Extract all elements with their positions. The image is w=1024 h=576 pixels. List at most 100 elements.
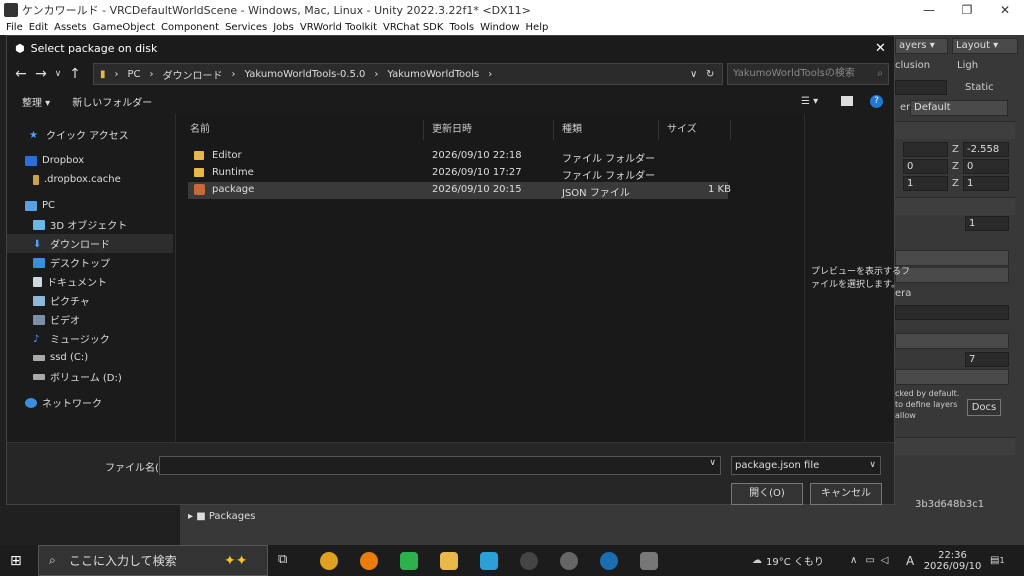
layer-dropdown[interactable]: Default — [910, 100, 1008, 116]
x-icon[interactable] — [520, 552, 538, 570]
count-field[interactable]: 7 — [965, 352, 1009, 367]
pos-z-field[interactable]: -2.558 — [963, 142, 1009, 157]
clock[interactable]: 22:36 2026/09/10 — [924, 545, 982, 576]
rot-y-field[interactable]: 0 — [903, 159, 948, 174]
component-header-2[interactable] — [895, 437, 1015, 455]
breadcrumb[interactable]: ▮ › PC › ダウンロード › YakumoWorldTools-0.5.0 › … — [93, 63, 723, 85]
forward-arrow-icon[interactable]: → — [31, 66, 51, 82]
nav-drive-c[interactable]: ssd (C:) — [7, 348, 173, 367]
chatgpt-icon[interactable] — [560, 552, 578, 570]
weather-widget[interactable]: ☁ 19°C くもり — [752, 545, 824, 576]
nav-videos[interactable]: ビデオ — [7, 310, 173, 329]
nav-downloads[interactable]: ⬇ ダウンロード — [7, 234, 173, 253]
windows-start-icon[interactable]: ⊞ — [10, 552, 28, 570]
occlusion-tab[interactable]: clusion — [895, 60, 930, 71]
up-arrow-icon[interactable]: ↑ — [65, 66, 85, 82]
nav-dropbox-cache[interactable]: .dropbox.cache — [7, 170, 173, 189]
lighting-tab[interactable]: Ligh — [957, 60, 978, 71]
rot-x-field[interactable] — [903, 142, 948, 157]
component-header[interactable] — [895, 197, 1015, 215]
nav-pc[interactable]: PC — [7, 196, 173, 215]
menu-edit[interactable]: Edit — [29, 22, 48, 33]
task-view-icon[interactable]: ⧉ — [278, 552, 296, 570]
file-row[interactable]: Editor 2026/09/10 22:18 ファイル フォルダー — [188, 148, 728, 165]
back-arrow-icon[interactable]: ← — [11, 66, 31, 82]
menu-window[interactable]: Window — [480, 22, 519, 33]
scale-y-field[interactable]: 1 — [903, 176, 948, 191]
breadcrumb-current[interactable]: YakumoWorldTools — [387, 69, 479, 80]
name-field[interactable] — [895, 80, 947, 95]
transform-header[interactable] — [895, 121, 1015, 139]
menu-vrworld-toolkit[interactable]: VRWorld Toolkit — [300, 22, 377, 33]
organize-button[interactable]: 整理 ▾ — [22, 94, 50, 109]
column-size[interactable]: サイズ — [659, 120, 731, 140]
menu-vrchat-sdk[interactable]: VRChat SDK — [383, 22, 443, 33]
file-row[interactable]: Runtime 2026/09/10 17:27 ファイル フォルダー — [188, 165, 728, 182]
nav-documents[interactable]: ドキュメント — [7, 272, 173, 291]
steam-icon[interactable] — [600, 552, 618, 570]
taskbar-search-box[interactable]: ⌕ ここに入力して検索 ✦✦ — [38, 545, 268, 576]
search-input[interactable]: YakumoWorldToolsの検索 ⌕ — [727, 63, 889, 85]
filename-history-chevron-icon[interactable]: ∨ — [709, 458, 716, 468]
notification-button[interactable]: ▤ 1 — [990, 545, 1005, 576]
menu-jobs[interactable]: Jobs — [273, 22, 294, 33]
menu-assets[interactable]: Assets — [54, 22, 87, 33]
breadcrumb-package[interactable]: YakumoWorldTools-0.5.0 — [245, 69, 366, 80]
scale-z-field[interactable]: 1 — [963, 176, 1009, 191]
preview-pane-icon[interactable] — [841, 96, 853, 106]
dropdown-a[interactable] — [895, 250, 1009, 266]
dropdown-c[interactable] — [895, 333, 1009, 349]
column-name[interactable]: 名前 — [182, 120, 424, 140]
dialog-close-button[interactable]: ✕ — [875, 41, 886, 56]
menu-file[interactable]: File — [6, 22, 23, 33]
open-button[interactable]: 開く(O) — [731, 483, 803, 505]
blender-icon[interactable] — [360, 552, 378, 570]
filetype-select[interactable]: package.json file ∨ — [731, 456, 881, 475]
nav-network[interactable]: ネットワーク — [7, 393, 173, 412]
filename-input[interactable]: ∨ — [159, 456, 721, 475]
nav-drive-d[interactable]: ボリューム (D:) — [7, 367, 173, 386]
close-window-button[interactable]: ✕ — [986, 0, 1024, 20]
menu-component[interactable]: Component — [161, 22, 219, 33]
menu-gameobject[interactable]: GameObject — [93, 22, 155, 33]
value-field[interactable]: 1 — [965, 216, 1009, 231]
nav-quick-access[interactable]: ★ クイック アクセス — [7, 125, 173, 144]
docs-button[interactable]: Docs — [967, 399, 1001, 416]
history-chevron-icon[interactable]: ∨ — [51, 69, 65, 79]
new-folder-button[interactable]: 新しいフォルダー — [72, 94, 152, 109]
nav-desktop[interactable]: デスクトップ — [7, 253, 173, 272]
cancel-button[interactable]: キャンセル — [810, 483, 882, 505]
pycharm-icon[interactable] — [400, 552, 418, 570]
dropdown-b[interactable] — [895, 267, 1009, 283]
dropdown-d[interactable] — [895, 369, 1009, 385]
nav-3d-objects[interactable]: 3D オブジェクト — [7, 215, 173, 234]
minimize-button[interactable]: — — [910, 0, 948, 20]
nav-dropbox[interactable]: Dropbox — [7, 151, 173, 170]
column-type[interactable]: 種類 — [554, 120, 659, 140]
help-icon[interactable]: ? — [870, 94, 883, 108]
ime-indicator[interactable]: A — [906, 545, 914, 576]
file-row-selected[interactable]: package 2026/09/10 20:15 JSON ファイル 1 KB — [188, 182, 731, 199]
unity-taskbar-icon[interactable] — [640, 552, 658, 570]
field-c[interactable] — [895, 305, 1009, 320]
breadcrumb-pc[interactable]: PC — [128, 69, 141, 80]
packages-folder[interactable]: ▸ ■ Packages — [188, 511, 256, 522]
layers-dropdown[interactable]: ayers ▾ — [895, 38, 948, 54]
breadcrumb-downloads[interactable]: ダウンロード — [163, 67, 223, 82]
dropdown-chevron-icon[interactable]: ∨ — [690, 69, 697, 80]
menu-help[interactable]: Help — [526, 22, 549, 33]
app-cc-icon[interactable] — [480, 552, 498, 570]
layout-dropdown[interactable]: Layout ▾ — [952, 38, 1018, 54]
maximize-button[interactable]: ❐ — [948, 0, 986, 20]
column-date[interactable]: 更新日時 — [424, 120, 554, 140]
rot-z-field[interactable]: 0 — [963, 159, 1009, 174]
system-tray[interactable]: ∧ ▭ ◁ — [850, 545, 888, 576]
static-toggle[interactable]: Static — [965, 82, 994, 93]
menu-tools[interactable]: Tools — [449, 22, 474, 33]
chrome-icon[interactable] — [320, 552, 338, 570]
nav-music[interactable]: ♪ ミュージック — [7, 329, 173, 348]
view-options-icon[interactable]: ☰ ▾ — [801, 96, 818, 107]
nav-pictures[interactable]: ピクチャ — [7, 291, 173, 310]
menu-services[interactable]: Services — [225, 22, 267, 33]
refresh-icon[interactable]: ↻ — [706, 69, 714, 80]
